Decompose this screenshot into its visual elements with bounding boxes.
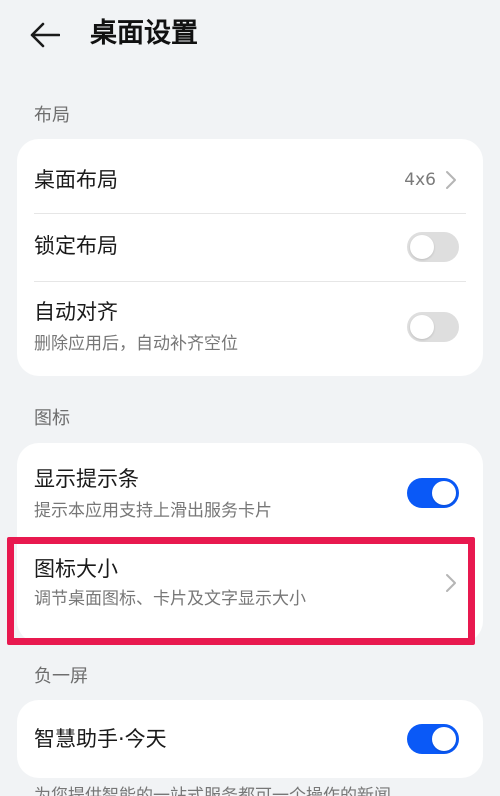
- show-hint-bar-title: 显示提示条: [34, 467, 139, 491]
- auto-align-title: 自动对齐: [34, 300, 118, 324]
- toggle-knob: [410, 235, 434, 259]
- toggle-knob: [432, 481, 456, 505]
- lock-layout-row: 锁定布局: [17, 214, 483, 281]
- lock-layout-title: 锁定布局: [34, 234, 118, 258]
- section-label-icons: 图标: [34, 408, 70, 429]
- section-label-minus-one-screen: 负一屏: [34, 666, 88, 687]
- chevron-right-icon: [446, 171, 456, 189]
- smart-assistant-row: 智慧助手·今天: [17, 700, 483, 778]
- show-hint-bar-toggle[interactable]: [407, 478, 459, 508]
- auto-align-toggle[interactable]: [407, 312, 459, 342]
- show-hint-bar-row: 显示提示条 提示本应用支持上滑出服务卡片: [17, 443, 483, 541]
- icon-size-subtitle: 调节桌面图标、卡片及文字显示大小: [34, 589, 306, 609]
- desktop-layout-value: 4x6: [404, 170, 436, 190]
- desktop-layout-title: 桌面布局: [34, 168, 118, 192]
- back-button[interactable]: [30, 18, 70, 52]
- smart-assistant-title: 智慧助手·今天: [34, 727, 167, 751]
- desktop-layout-row[interactable]: 桌面布局 4x6: [17, 139, 483, 213]
- toggle-knob: [432, 727, 456, 751]
- minus-one-screen-card: 智慧助手·今天: [17, 700, 483, 778]
- footer-description: 为您提供智能的一站式服务都可一个操作的新闻: [34, 786, 391, 796]
- app-header: 桌面设置: [0, 0, 500, 70]
- arrow-left-icon: [30, 22, 60, 48]
- section-label-layout: 布局: [34, 105, 70, 126]
- lock-layout-toggle[interactable]: [407, 232, 459, 262]
- toggle-knob: [410, 315, 434, 339]
- auto-align-subtitle: 删除应用后，自动补齐空位: [34, 334, 238, 354]
- icon-size-row[interactable]: 图标大小 调节桌面图标、卡片及文字显示大小: [17, 541, 483, 643]
- icon-size-title: 图标大小: [34, 557, 118, 581]
- show-hint-bar-subtitle: 提示本应用支持上滑出服务卡片: [34, 501, 272, 521]
- chevron-right-icon: [446, 574, 456, 592]
- layout-card: 桌面布局 4x6 锁定布局 自动对齐 删除应用后，自动补齐空位: [17, 139, 483, 376]
- page-title: 桌面设置: [90, 18, 198, 49]
- smart-assistant-toggle[interactable]: [407, 724, 459, 754]
- icons-card: 显示提示条 提示本应用支持上滑出服务卡片 图标大小 调节桌面图标、卡片及文字显示…: [17, 443, 483, 643]
- auto-align-row: 自动对齐 删除应用后，自动补齐空位: [17, 282, 483, 376]
